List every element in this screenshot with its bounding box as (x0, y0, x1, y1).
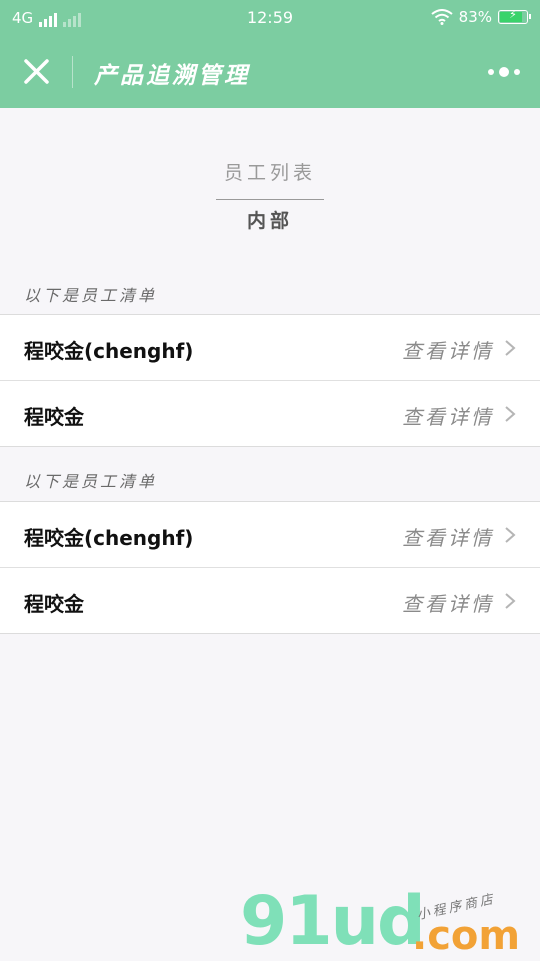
employee-list: 程咬金(chenghf) 查看详情 程咬金 查看详情 (0, 314, 540, 447)
watermark-brand: 91ud (240, 882, 426, 961)
section-label: 以下是员工清单 (24, 286, 158, 305)
more-icon[interactable] (486, 60, 522, 84)
navigation-bar: 产品追溯管理 (0, 36, 540, 108)
chevron-right-icon (505, 406, 516, 422)
view-details-link[interactable]: 查看详情 (402, 522, 494, 551)
view-details-link[interactable]: 查看详情 (402, 401, 494, 430)
title-divider (216, 199, 324, 200)
close-icon[interactable] (16, 54, 56, 90)
wifi-icon (431, 9, 453, 25)
employee-name: 程咬金 (24, 405, 84, 429)
employee-list-title: 员工列表 (223, 162, 316, 184)
employee-name: 程咬金(chenghf) (24, 526, 194, 550)
page-title: 产品追溯管理 (94, 63, 250, 89)
employee-name: 程咬金 (24, 592, 84, 616)
watermark-domain: .com (412, 913, 521, 959)
status-right: 83% ⚡ (431, 8, 531, 26)
view-details-link[interactable]: 查看详情 (402, 588, 494, 617)
watermark: 91ud 小程序商店 .com (240, 888, 540, 960)
list-item[interactable]: 程咬金(chenghf) 查看详情 (0, 502, 540, 567)
tab-internal[interactable]: 内部 (0, 206, 540, 233)
employee-list: 程咬金(chenghf) 查看详情 程咬金 查看详情 (0, 501, 540, 634)
battery-percent: 83% (458, 8, 492, 26)
list-item[interactable]: 程咬金 查看详情 (0, 380, 540, 446)
employee-name: 程咬金(chenghf) (24, 339, 194, 363)
chevron-right-icon (505, 340, 516, 356)
view-details-link[interactable]: 查看详情 (402, 335, 494, 364)
list-item[interactable]: 程咬金(chenghf) 查看详情 (0, 315, 540, 380)
list-item[interactable]: 程咬金 查看详情 (0, 567, 540, 633)
chevron-right-icon (505, 527, 516, 543)
section-label: 以下是员工清单 (24, 472, 158, 491)
status-bar: 4G 12:59 83% ⚡ (0, 0, 540, 36)
nav-divider (72, 56, 73, 88)
chevron-right-icon (505, 593, 516, 609)
battery-icon: ⚡ (498, 8, 531, 24)
